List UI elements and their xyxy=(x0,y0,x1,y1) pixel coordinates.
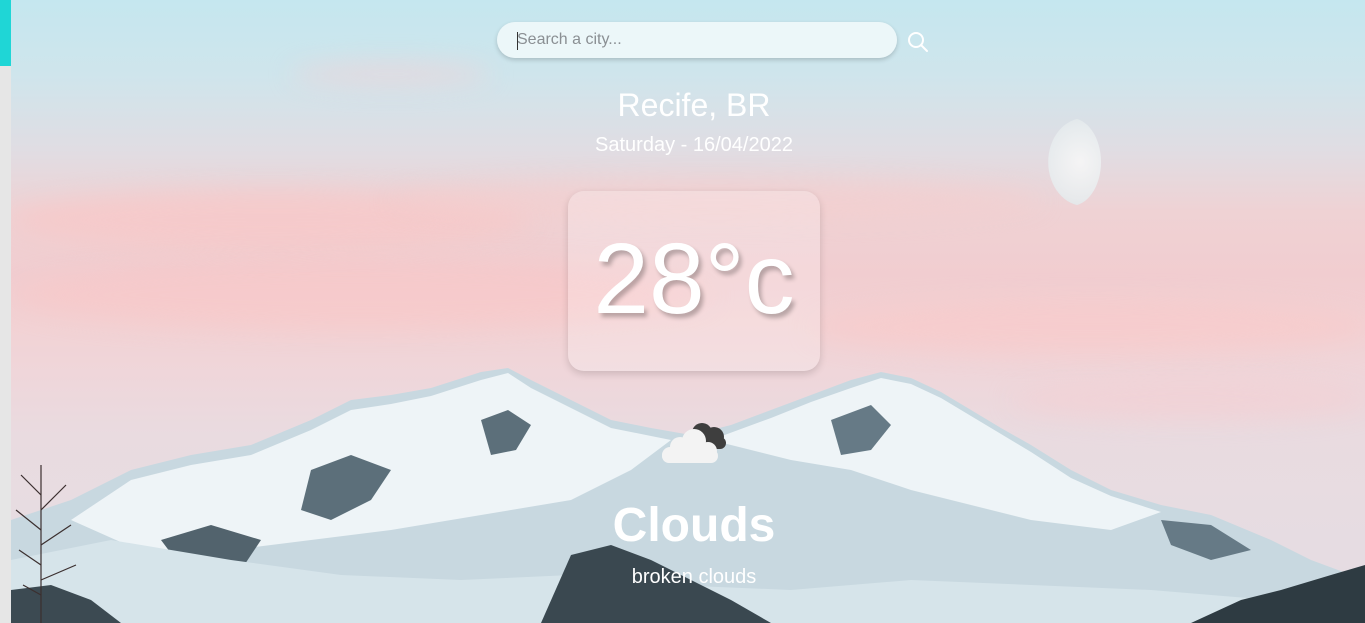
search-bar xyxy=(497,22,897,58)
weather-app: Recife, BR Saturday - 16/04/2022 28°c Cl… xyxy=(0,0,1365,623)
search-input[interactable] xyxy=(497,22,897,58)
search-icon xyxy=(908,32,928,52)
city-name: Recife, BR xyxy=(617,87,771,123)
temperature-value: 28°c xyxy=(593,223,795,335)
weather-condition: Clouds xyxy=(612,499,776,552)
broken-clouds-icon xyxy=(662,423,726,463)
search-button[interactable] xyxy=(906,30,930,54)
temperature-card: 28°c xyxy=(568,191,820,371)
text-cursor xyxy=(517,32,518,50)
current-date: Saturday - 16/04/2022 xyxy=(595,134,793,156)
weather-description: broken clouds xyxy=(631,566,757,588)
